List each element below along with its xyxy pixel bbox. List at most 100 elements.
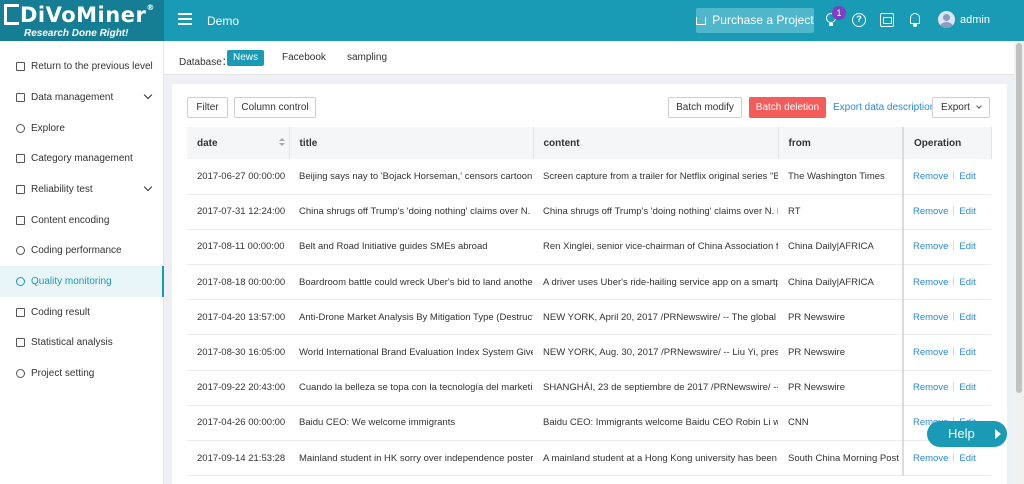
table-row: 2017-08-30 16:05:00 World International B…	[187, 334, 991, 371]
sidebar-item-coding-performance[interactable]: Coding performance	[0, 235, 164, 266]
cell-date: 2017-04-26 00:00:00	[187, 405, 289, 442]
divider	[953, 276, 955, 286]
edit-link[interactable]: Edit	[959, 241, 975, 252]
cell-from: RT	[778, 194, 903, 230]
edit-link[interactable]: Edit	[959, 171, 975, 182]
notification-badge: 1	[832, 6, 846, 20]
cell-date: 2017-08-11 00:00:00	[187, 229, 289, 266]
sidebar-item-quality-monitoring[interactable]: Quality monitoring	[0, 266, 164, 297]
chevron-down-icon	[143, 182, 153, 192]
sidebar-item-content-encoding[interactable]: Content encoding	[0, 205, 164, 236]
edit-link[interactable]: Edit	[959, 347, 975, 358]
user-name[interactable]: admin	[960, 14, 990, 26]
sidebar-item-project-setting[interactable]: Project setting	[0, 358, 164, 389]
hamburger-menu-icon[interactable]	[178, 13, 192, 25]
table-row: 2017-09-14 21:53:28 Mainland student in H…	[187, 440, 991, 477]
arrow-right-icon	[995, 429, 1001, 439]
cell-title: China shrugs off Trump's 'doing nothing'…	[289, 194, 533, 230]
checklist-icon	[16, 185, 25, 194]
divider	[953, 452, 955, 462]
cell-from: CNN	[778, 405, 903, 442]
divider	[953, 241, 955, 251]
database-tab-news[interactable]: News	[227, 50, 265, 66]
remove-link[interactable]: Remove	[913, 277, 948, 288]
batch-modify-button[interactable]: Batch modify	[668, 97, 742, 118]
image-icon[interactable]	[880, 13, 894, 27]
cell-title: Mainland student in HK sorry over indepe…	[289, 440, 533, 477]
chevron-down-icon	[976, 103, 982, 109]
sidebar-item-coding-result[interactable]: Coding result	[0, 297, 164, 328]
column-control-button[interactable]: Column control	[234, 97, 316, 118]
table-row: 2017-04-26 00:00:00 Baidu CEO: We welcome…	[187, 405, 991, 442]
cell-title: Belt and Road Initiative guides SMEs abr…	[289, 229, 533, 266]
remove-link[interactable]: Remove	[913, 382, 948, 393]
bell-icon[interactable]	[908, 13, 922, 27]
table-row: 2017-04-20 13:57:00 Anti-Drone Market Ana…	[187, 299, 991, 336]
logo-tagline: Research Done Right!	[24, 28, 129, 39]
purchase-project-button[interactable]: Purchase a Project	[696, 8, 814, 33]
avatar[interactable]	[938, 11, 955, 28]
logo-text: DiVoMiner®	[20, 3, 155, 27]
sidebar-item-reliability-test[interactable]: Reliability test	[0, 174, 164, 205]
export-data-description-link[interactable]: Export data description	[833, 102, 935, 113]
cell-date: 2017-09-22 20:43:00	[187, 370, 289, 406]
cell-content: NEW YORK, Aug. 30, 2017 /PRNewswire/ -- …	[533, 334, 778, 371]
column-header-content: content	[533, 127, 779, 159]
cell-content: A mainland student at a Hong Kong univer…	[533, 440, 778, 477]
column-header-date[interactable]: date	[187, 127, 290, 159]
edit-link[interactable]: Edit	[959, 277, 975, 288]
database-tab-sampling[interactable]: sampling	[341, 50, 393, 66]
logo[interactable]: DiVoMiner® Research Done Right!	[0, 0, 164, 41]
divider	[953, 382, 955, 392]
table-row: 2017-09-22 20:43:00 Cuando la belleza se …	[187, 370, 991, 406]
table-header-row: date title content from Operation	[187, 127, 992, 159]
document-icon	[16, 93, 25, 102]
edit-link[interactable]: Edit	[959, 382, 975, 393]
remove-link[interactable]: Remove	[913, 453, 948, 464]
remove-link[interactable]: Remove	[913, 347, 948, 358]
top-bar: DiVoMiner® Research Done Right! Demo Pur…	[0, 0, 1024, 41]
scrollbar-thumb[interactable]	[1016, 43, 1022, 393]
cell-from: China Daily|AFRICA	[778, 229, 903, 266]
filter-button[interactable]: Filter	[187, 97, 228, 118]
export-button[interactable]: Export	[932, 97, 990, 118]
cell-content: SHANGHÁI, 23 de septiembre de 2017 /PRNe…	[533, 370, 778, 406]
cell-content: A driver uses Uber's ride-hailing servic…	[533, 264, 778, 301]
cell-from: China Daily|AFRICA	[778, 264, 903, 301]
remove-link[interactable]: Remove	[913, 241, 948, 252]
sidebar-item-explore[interactable]: Explore	[0, 113, 164, 144]
sidebar-item-data-management[interactable]: Data management	[0, 82, 164, 113]
help-button[interactable]: Help	[927, 421, 1007, 447]
vertical-scrollbar[interactable]	[1014, 41, 1024, 484]
table-row: 2017-08-18 00:00:00 Boardroom battle coul…	[187, 264, 991, 301]
main-panel: Filter Column control Batch modify Batch…	[172, 84, 1007, 484]
cell-title: Baidu CEO: We welcome immigrants	[289, 405, 533, 442]
cell-operation: Remove Edit	[902, 264, 991, 301]
cell-from: South China Morning Post	[778, 440, 903, 477]
database-tab-facebook[interactable]: Facebook	[276, 50, 332, 66]
cell-operation: Remove Edit	[902, 194, 991, 230]
divider	[953, 206, 955, 216]
table-row: 2017-08-11 00:00:00 Belt and Road Initiat…	[187, 229, 991, 266]
sidebar-item-statistical-analysis[interactable]: Statistical analysis	[0, 327, 164, 358]
cell-date: 2017-04-20 13:57:00	[187, 299, 289, 336]
cell-from: PR Newswire	[778, 370, 903, 406]
chart-icon	[16, 338, 25, 347]
sidebar-item-return[interactable]: Return to the previous level	[0, 51, 164, 82]
file-icon	[16, 308, 25, 317]
cart-icon	[696, 17, 707, 25]
remove-link[interactable]: Remove	[913, 312, 948, 323]
edit-link[interactable]: Edit	[959, 312, 975, 323]
dashboard-icon	[16, 246, 25, 255]
remove-link[interactable]: Remove	[913, 171, 948, 182]
batch-deletion-button[interactable]: Batch deletion	[749, 97, 826, 118]
help-circle-icon[interactable]: ?	[852, 13, 866, 27]
cell-from: PR Newswire	[778, 334, 903, 371]
edit-link[interactable]: Edit	[959, 206, 975, 217]
cell-operation: Remove Edit	[902, 370, 991, 406]
pencil-icon	[16, 216, 25, 225]
remove-link[interactable]: Remove	[913, 206, 948, 217]
sidebar-item-category-management[interactable]: Category management	[0, 143, 164, 174]
cell-content: Baidu CEO: Immigrants welcome Baidu CEO …	[533, 405, 778, 442]
edit-link[interactable]: Edit	[959, 453, 975, 464]
